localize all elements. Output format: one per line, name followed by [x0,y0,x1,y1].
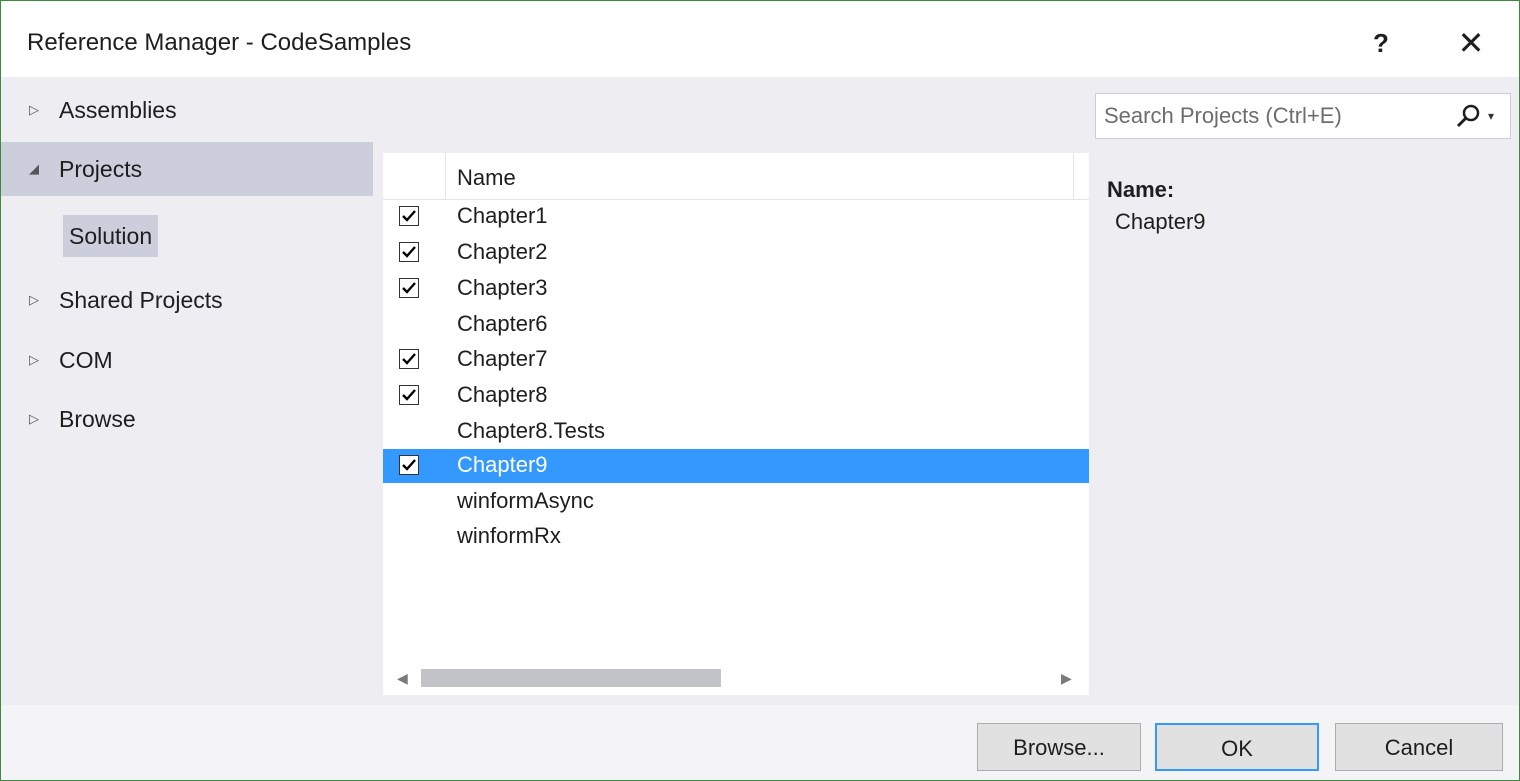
close-button[interactable]: ✕ [1451,23,1491,63]
list-item[interactable]: Chapter3 [383,272,1089,306]
sidebar-item-label: Assemblies [59,97,177,123]
checkbox[interactable] [399,385,419,405]
checkbox[interactable] [399,455,419,475]
search-icon[interactable] [1454,102,1482,130]
project-name: Chapter6 [457,311,548,336]
list-item[interactable]: Chapter2 [383,236,1089,270]
dialog-footer: Browse... OK Cancel [1,705,1519,780]
project-name: Chapter8.Tests [457,418,605,443]
scroll-thumb[interactable] [421,669,721,687]
header-check-column [383,153,446,199]
sidebar-item-assemblies[interactable]: ▷ Assemblies [1,83,373,137]
title-bar: Reference Manager - CodeSamples ? ✕ [1,1,1519,77]
list-item[interactable]: winformRx [383,520,1089,554]
list-item[interactable]: Chapter1 [383,200,1089,234]
chevron-down-icon[interactable]: ▾ [1488,102,1504,130]
list-item[interactable]: Chapter8 [383,379,1089,413]
project-name: Chapter3 [457,275,548,300]
project-name: winformRx [457,523,561,548]
sidebar-item-label: COM [59,347,113,373]
detail-name-label: Name: [1107,177,1175,202]
sidebar-item-label: Browse [59,406,136,432]
sidebar-item-shared-projects[interactable]: ▷ Shared Projects [1,273,373,327]
column-header-name: Name [457,165,516,190]
ok-button[interactable]: OK [1155,723,1319,771]
sidebar-subitem-solution[interactable]: Solution [63,215,159,257]
reference-manager-window: Reference Manager - CodeSamples ? ✕ ▷ As… [0,0,1520,781]
list-item[interactable]: Chapter8.Tests [383,415,1089,449]
search-box: ▾ [1095,93,1511,139]
project-name: Chapter2 [457,239,548,264]
project-list: Name Chapter1 Chapter2 Chapter3 Chapter6… [383,153,1089,695]
project-name: Chapter7 [457,346,548,371]
project-name: winformAsync [457,488,594,513]
project-name: Chapter1 [457,203,548,228]
list-item[interactable]: Chapter6 [383,308,1089,342]
horizontal-scrollbar[interactable]: ◀ ▶ [383,663,1089,693]
expand-arrow-icon: ▷ [29,411,39,426]
scroll-right-icon[interactable]: ▶ [1061,669,1077,687]
collapse-arrow-icon: ◢ [29,161,39,176]
cancel-button[interactable]: Cancel [1335,723,1503,771]
search-input[interactable] [1096,94,1436,138]
browse-button[interactable]: Browse... [977,723,1141,771]
window-title: Reference Manager - CodeSamples [27,29,412,56]
sidebar-item-projects[interactable]: ◢ Projects [1,142,373,196]
sidebar: ▷ Assemblies ◢ Projects Solution ▷ Share… [1,77,373,705]
list-item[interactable]: Chapter7 [383,343,1089,377]
detail-name-value: Chapter9 [1115,209,1206,234]
checkbox[interactable] [399,349,419,369]
sidebar-item-label: Projects [59,156,143,182]
expand-arrow-icon: ▷ [29,102,39,117]
list-header: Name [383,153,1089,200]
expand-arrow-icon: ▷ [29,292,39,307]
sidebar-item-label: Shared Projects [59,287,223,313]
checkbox[interactable] [399,278,419,298]
list-item-selected[interactable]: Chapter9 [383,449,1089,483]
header-name-column[interactable]: Name [445,153,1074,199]
checkbox[interactable] [399,206,419,226]
sidebar-item-browse[interactable]: ▷ Browse [1,392,373,446]
project-name: Chapter9 [457,452,548,477]
list-item[interactable]: winformAsync [383,485,1089,519]
scroll-left-icon[interactable]: ◀ [397,669,413,687]
checkbox[interactable] [399,242,419,262]
sidebar-item-com[interactable]: ▷ COM [1,333,373,387]
expand-arrow-icon: ▷ [29,352,39,367]
project-name: Chapter8 [457,382,548,407]
help-button[interactable]: ? [1361,23,1401,63]
